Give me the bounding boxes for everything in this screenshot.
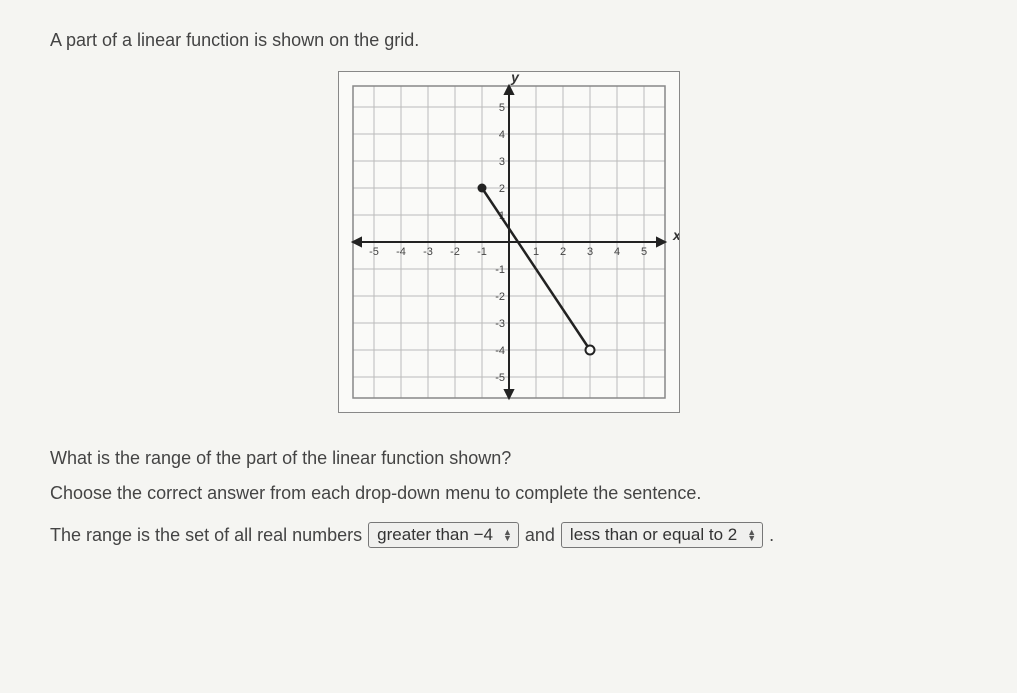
xtick: -5 (369, 246, 379, 258)
xtick: -4 (396, 246, 406, 258)
answer-sentence: The range is the set of all real numbers… (50, 522, 967, 548)
xtick: -1 (477, 246, 487, 258)
ytick: -4 (495, 345, 505, 357)
question-prompt: A part of a linear function is shown on … (50, 30, 967, 51)
coordinate-grid: -5 -4 -3 -2 -1 1 2 3 4 5 5 4 3 2 1 -1 -2… (338, 71, 680, 413)
stepper-icon: ▲▼ (503, 529, 512, 541)
open-endpoint (585, 346, 594, 355)
sub-question: What is the range of the part of the lin… (50, 448, 967, 469)
ytick: 2 (498, 183, 504, 195)
ytick: -5 (495, 372, 505, 384)
xtick: -3 (423, 246, 433, 258)
xtick: 4 (613, 246, 619, 258)
xtick: -2 (450, 246, 460, 258)
x-axis-label: x (672, 227, 680, 243)
xtick: 1 (532, 246, 538, 258)
graph-container: -5 -4 -3 -2 -1 1 2 3 4 5 5 4 3 2 1 -1 -2… (50, 71, 967, 418)
ytick: 5 (498, 102, 504, 114)
dropdown-first[interactable]: greater than −4 ▲▼ (368, 522, 519, 548)
ytick: -3 (495, 318, 505, 330)
dropdown-second[interactable]: less than or equal to 2 ▲▼ (561, 522, 763, 548)
ytick: -2 (495, 291, 505, 303)
ytick: -1 (495, 264, 505, 276)
xtick: 5 (640, 246, 646, 258)
xtick: 3 (586, 246, 592, 258)
sentence-lead: The range is the set of all real numbers (50, 525, 362, 546)
conjunction: and (525, 525, 555, 546)
ytick: 4 (498, 129, 504, 141)
xtick: 2 (559, 246, 565, 258)
instruction-text: Choose the correct answer from each drop… (50, 483, 967, 504)
closed-endpoint (477, 184, 486, 193)
dropdown-second-value: less than or equal to 2 (570, 525, 737, 545)
dropdown-first-value: greater than −4 (377, 525, 493, 545)
stepper-icon: ▲▼ (747, 529, 756, 541)
sentence-period: . (769, 525, 774, 546)
ytick: 3 (498, 156, 504, 168)
y-axis-label: y (510, 71, 520, 85)
